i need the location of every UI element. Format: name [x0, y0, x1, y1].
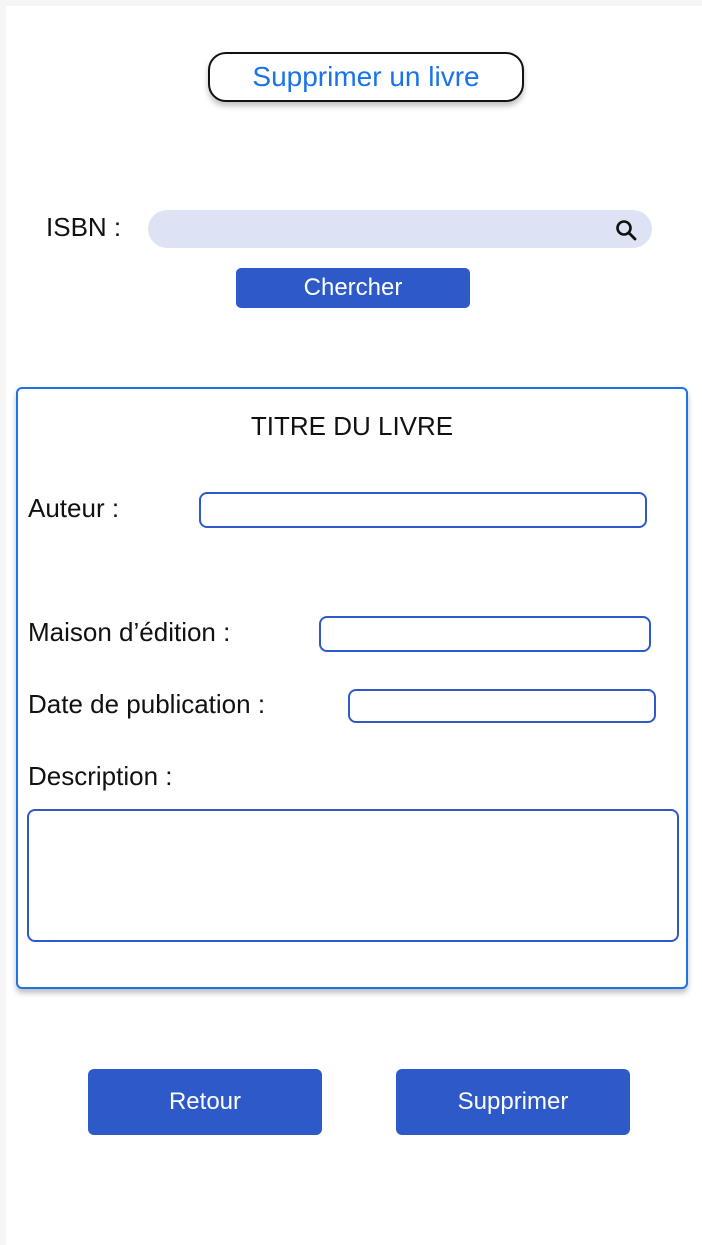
screen: Supprimer un livre ISBN : Chercher TITRE…: [6, 6, 702, 1245]
book-details-card: TITRE DU LIVRE Auteur : Maison d’édition…: [16, 387, 688, 989]
description-textarea[interactable]: [29, 811, 677, 940]
publisher-label: Maison d’édition :: [28, 617, 231, 647]
search-button[interactable]: Chercher: [236, 268, 470, 308]
publication-date-input[interactable]: [350, 691, 654, 721]
book-title: TITRE DU LIVRE: [250, 411, 454, 441]
publication-date-label: Date de publication :: [28, 689, 266, 719]
author-input[interactable]: [201, 494, 645, 526]
isbn-search-input[interactable]: [148, 210, 652, 248]
search-icon[interactable]: [614, 218, 638, 242]
publication-date-field[interactable]: [348, 689, 656, 723]
isbn-search-bar[interactable]: [148, 210, 652, 248]
author-field[interactable]: [199, 492, 647, 528]
page-title: Supprimer un livre: [208, 52, 524, 102]
publisher-field[interactable]: [319, 616, 651, 652]
delete-button[interactable]: Supprimer: [396, 1069, 630, 1135]
isbn-label: ISBN :: [46, 212, 122, 242]
description-label: Description :: [28, 761, 173, 791]
page-title-text: Supprimer un livre: [252, 61, 480, 92]
back-button[interactable]: Retour: [88, 1069, 322, 1135]
description-field[interactable]: [27, 809, 679, 942]
author-label: Auteur :: [28, 493, 120, 523]
publisher-input[interactable]: [321, 618, 649, 650]
